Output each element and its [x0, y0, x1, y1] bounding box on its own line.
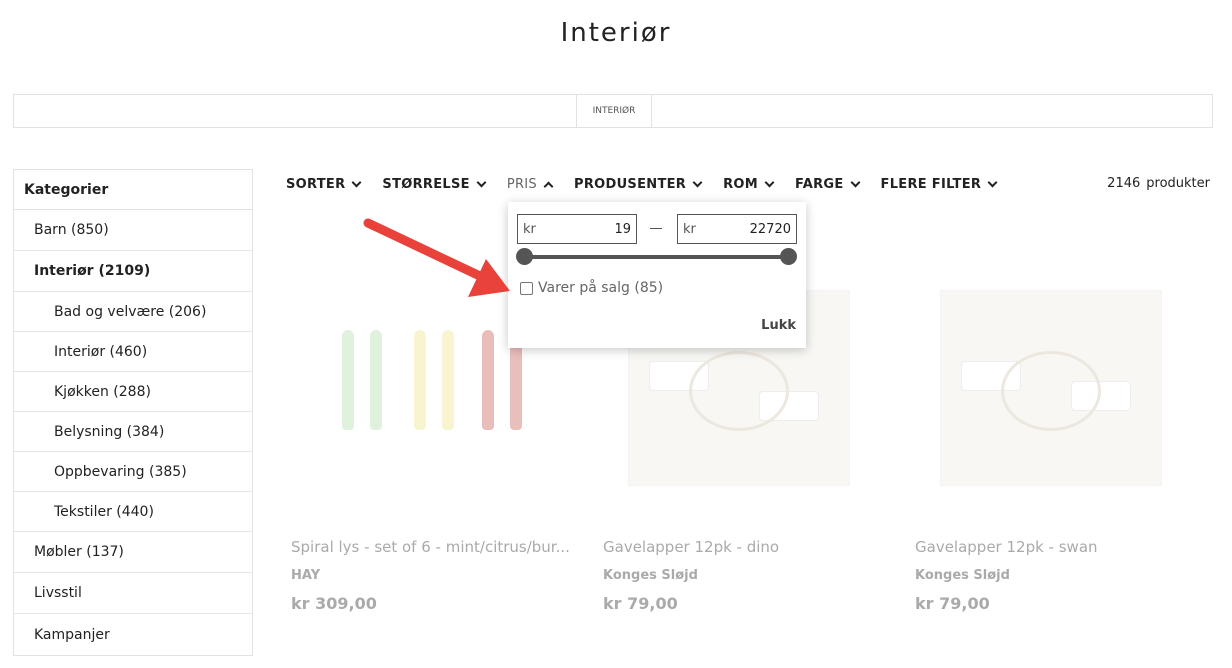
sale-filter-row[interactable]: Varer på salg (85): [520, 280, 663, 296]
filter-color[interactable]: FARGE: [795, 174, 860, 194]
filter-room[interactable]: ROM: [723, 174, 775, 194]
filter-bar: SORTER STØRRELSE PRIS PRODUSENTER ROM FA…: [286, 174, 1018, 194]
product-name[interactable]: Gavelapper 12pk - dino: [603, 538, 883, 556]
string-shape: [1001, 351, 1101, 431]
sidebar-item-mobler[interactable]: Møbler (137): [14, 532, 252, 573]
sidebar-item-kampanjer[interactable]: Kampanjer: [14, 614, 252, 655]
result-count-value: 2146: [1107, 176, 1141, 191]
filter-sort[interactable]: SORTER: [286, 174, 362, 194]
sidebar-subitem-interior[interactable]: Interiør (460): [14, 332, 252, 372]
sidebar-subitem-kjokken[interactable]: Kjøkken (288): [14, 372, 252, 412]
filter-producer-label: PRODUSENTER: [574, 176, 687, 192]
annotation-arrow-icon: [363, 218, 510, 297]
sidebar-item-livsstil[interactable]: Livsstil: [14, 573, 252, 614]
sidebar-item-interior[interactable]: Interiør (2109): [14, 251, 252, 292]
product-image[interactable]: [910, 230, 1190, 510]
price-min-value: 19: [614, 221, 631, 237]
packet-shape: [940, 290, 1162, 486]
product-brand: Konges Sløjd: [915, 568, 1010, 583]
chevron-down-icon: [764, 177, 775, 187]
filter-producer[interactable]: PRODUSENTER: [574, 174, 703, 194]
sale-checkbox-label[interactable]: Varer på salg (85): [538, 280, 663, 296]
currency-label: kr: [523, 221, 536, 237]
filter-more[interactable]: FLERE FILTER: [880, 174, 998, 194]
close-button[interactable]: Lukk: [761, 318, 796, 333]
sale-checkbox[interactable]: [520, 281, 533, 295]
chevron-down-icon: [476, 177, 487, 187]
product-price: kr 79,00: [603, 594, 678, 613]
result-count: 2146 produkter: [1107, 176, 1210, 191]
candle-shape: [442, 330, 454, 430]
filter-size[interactable]: STØRRELSE: [382, 174, 487, 194]
chevron-down-icon: [692, 177, 703, 187]
product-brand: HAY: [291, 568, 321, 583]
slider-max-handle[interactable]: [780, 248, 797, 265]
breadcrumb: INTERIØR: [13, 94, 1213, 128]
sidebar-subitem-oppbevaring[interactable]: Oppbevaring (385): [14, 452, 252, 492]
string-shape: [689, 351, 789, 431]
price-min-input[interactable]: kr 19: [517, 214, 637, 244]
product-name[interactable]: Spiral lys - set of 6 - mint/citrus/bur.…: [291, 538, 571, 556]
result-count-unit: produkter: [1146, 176, 1210, 191]
breadcrumb-item-interior[interactable]: INTERIØR: [576, 95, 652, 127]
filter-more-label: FLERE FILTER: [880, 176, 982, 192]
sidebar-item-barn[interactable]: Barn (850): [14, 210, 252, 251]
product-card[interactable]: Gavelapper 12pk - swan Konges Sløjd kr 7…: [910, 230, 1200, 613]
filter-color-label: FARGE: [795, 176, 844, 192]
chevron-down-icon: [351, 177, 362, 187]
price-max-value: 22720: [749, 221, 791, 237]
chevron-down-icon: [850, 177, 860, 187]
candle-shape: [414, 330, 426, 430]
candle-shape: [482, 330, 494, 430]
price-max-input[interactable]: kr 22720: [677, 214, 797, 244]
candle-shape: [342, 330, 354, 430]
chevron-down-icon: [987, 177, 998, 187]
filter-room-label: ROM: [723, 176, 759, 192]
sidebar-subitem-belysning[interactable]: Belysning (384): [14, 412, 252, 452]
filter-price-label: PRIS: [506, 176, 537, 192]
price-range-slider[interactable]: [524, 255, 789, 259]
range-dash: [650, 228, 662, 229]
sidebar-subitem-tekstiler[interactable]: Tekstiler (440): [14, 492, 252, 532]
filter-size-label: STØRRELSE: [382, 176, 470, 192]
product-name[interactable]: Gavelapper 12pk - swan: [915, 538, 1195, 556]
product-price: kr 309,00: [291, 594, 377, 613]
filter-price[interactable]: PRIS: [506, 174, 554, 194]
category-sidebar: Kategorier Barn (850) Interiør (2109) Ba…: [13, 169, 253, 656]
product-price: kr 79,00: [915, 594, 990, 613]
filter-sort-label: SORTER: [286, 176, 346, 192]
sidebar-subitem-bad[interactable]: Bad og velvære (206): [14, 292, 252, 332]
currency-label: kr: [683, 221, 696, 237]
candle-shape: [370, 330, 382, 430]
chevron-up-icon: [543, 181, 554, 191]
sidebar-heading: Kategorier: [14, 170, 252, 210]
page-title: Interiør: [560, 18, 672, 48]
price-filter-dropdown: kr 19 kr 22720 Varer på salg (85) Lukk: [508, 202, 806, 348]
product-brand: Konges Sløjd: [603, 568, 698, 583]
